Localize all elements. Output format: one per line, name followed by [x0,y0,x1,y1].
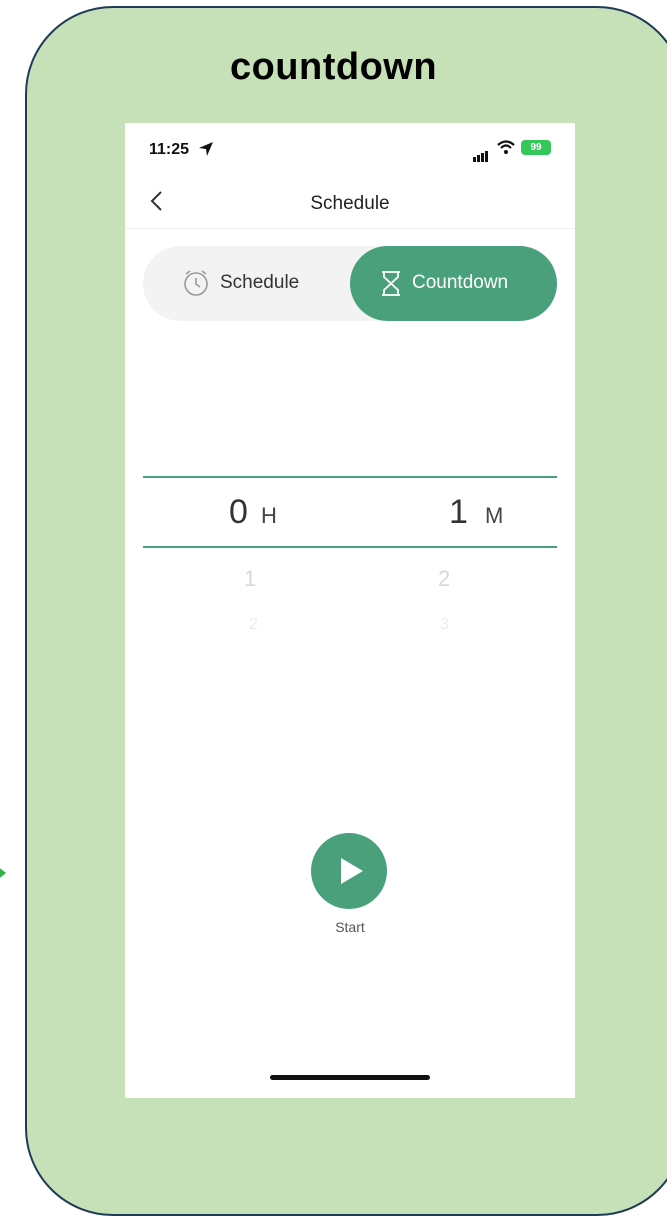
start-label: Start [335,919,365,935]
hours-unit-label: H [261,503,277,528]
status-bar: 11:25 99 [125,123,575,173]
hours-option[interactable]: 2 [249,616,258,634]
hourglass-icon [382,271,400,296]
page-title: Schedule [310,193,390,214]
minutes-option[interactable]: 3 [440,616,449,634]
pointer-arrow-icon [0,862,6,884]
minutes-unit-label: M [485,503,504,528]
minutes-option[interactable]: 2 [438,566,450,592]
tab-schedule-label: Schedule [220,272,300,293]
start-button[interactable] [311,833,387,909]
minutes-selected-value[interactable]: 1 [449,493,468,532]
location-arrow-icon [199,142,213,156]
navigation-bar: Schedule [125,173,575,229]
frame-title: countdown [229,46,438,88]
play-icon [341,858,363,884]
home-indicator[interactable] [270,1075,430,1080]
phone-screen: 11:25 99 Schedule Schedule Countdown 0 H… [125,123,575,1098]
status-time: 11:25 [149,141,190,158]
battery-indicator: 99 [521,140,551,155]
tab-countdown[interactable]: Countdown [350,246,557,321]
picker-bottom-divider [143,546,557,548]
cellular-signal-icon [473,144,489,162]
tab-countdown-label: Countdown [412,272,509,293]
hours-option[interactable]: 1 [244,566,256,592]
alarm-clock-icon [184,270,208,296]
mode-segmented-control: Schedule Countdown [143,246,557,321]
hours-selected-value[interactable]: 0 [229,493,248,532]
picker-top-divider [143,476,557,478]
wifi-icon [497,140,515,154]
tab-schedule[interactable]: Schedule [143,246,349,321]
